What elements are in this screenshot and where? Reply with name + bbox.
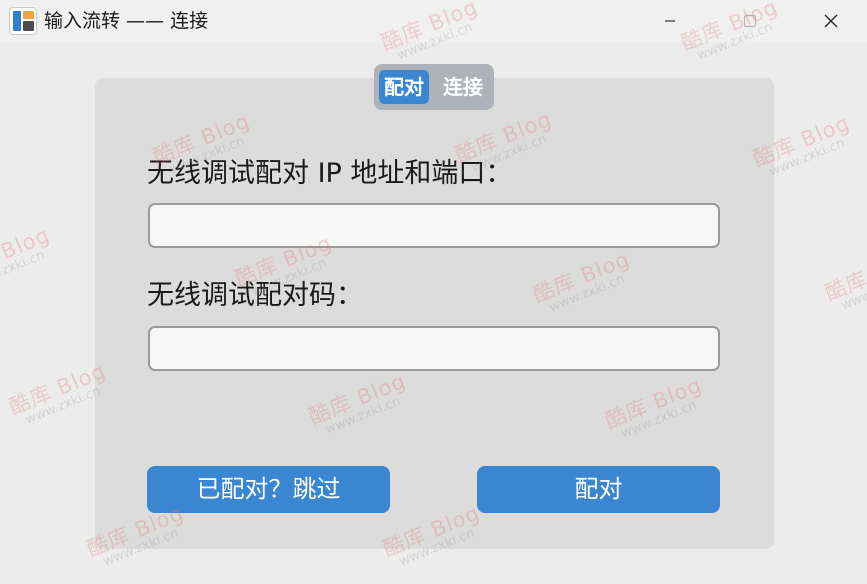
watermark: 酷库 Blog www.zxki.cn bbox=[821, 266, 867, 314]
mode-tabs: 配对 连接 bbox=[374, 64, 494, 110]
close-icon bbox=[824, 14, 838, 28]
title-bar: 输入流转 —— 连接 bbox=[0, 0, 867, 42]
watermark: 酷库 Blog www.zxki.cn bbox=[0, 222, 54, 292]
app-icon bbox=[9, 7, 37, 35]
maximize-button[interactable] bbox=[727, 0, 773, 42]
pairing-code-input[interactable] bbox=[148, 326, 720, 371]
maximize-icon bbox=[743, 14, 757, 28]
pair-button[interactable]: 配对 bbox=[477, 466, 720, 513]
ip-port-input[interactable] bbox=[148, 203, 720, 248]
tab-pair[interactable]: 配对 bbox=[379, 70, 429, 104]
minimize-button[interactable] bbox=[647, 0, 693, 42]
ip-port-label: 无线调试配对 IP 地址和端口： bbox=[147, 158, 513, 189]
window-title: 输入流转 —— 连接 bbox=[44, 10, 209, 32]
minimize-icon bbox=[665, 20, 675, 22]
tab-connect[interactable]: 连接 bbox=[436, 70, 490, 104]
skip-button[interactable]: 已配对？跳过 bbox=[147, 466, 390, 513]
pairing-code-label: 无线调试配对码： bbox=[147, 280, 363, 311]
close-button[interactable] bbox=[808, 0, 854, 42]
